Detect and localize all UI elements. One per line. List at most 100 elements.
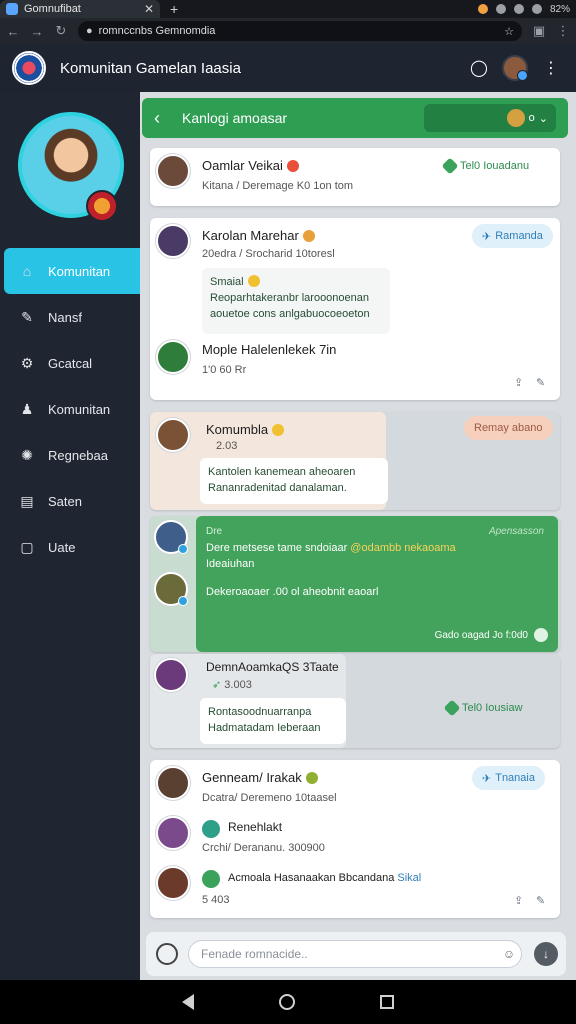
online-status-icon xyxy=(178,596,188,606)
post-author-name: DemnAoamkaQS 3Taate xyxy=(206,660,339,674)
bubble-line: Hadmatadam Ieberaan xyxy=(208,722,321,734)
sidebar: ⌂ Komunitan ✎ Nansf ⚙ Gcatcal ♟ Komunita… xyxy=(0,92,140,980)
browser-tab[interactable]: Gomnufibat ✕ xyxy=(0,0,160,18)
sidebar-item-saten[interactable]: ▤ Saten xyxy=(4,478,140,524)
post-card[interactable]: Komumbla 2.03 Remay abano Kantolen kanem… xyxy=(150,412,560,510)
new-tab-icon[interactable]: + xyxy=(170,1,178,17)
post-card[interactable]: Dre Apensasson Dere metsese tame sndoiaa… xyxy=(150,516,560,652)
tag-icon: ✈ xyxy=(482,230,492,243)
attach-icon[interactable] xyxy=(156,943,178,965)
url-field[interactable]: ● romnccnbs Gemnomdia ☆ xyxy=(78,21,522,41)
group-selector[interactable]: o ⌄ xyxy=(424,104,556,132)
more-menu-icon[interactable]: ⋮ xyxy=(538,55,564,81)
reply-meta: 5 403 xyxy=(202,894,230,906)
emoji-icon xyxy=(272,424,285,436)
post-action-link[interactable]: Tel0 Iousiaw xyxy=(443,699,523,717)
message-bubble: Kantolen kanemean aheoaren Rananradenita… xyxy=(200,458,388,504)
share-icon[interactable]: ⇪ xyxy=(514,894,523,907)
sidebar-item-gcatcal[interactable]: ⚙ Gcatcal xyxy=(4,340,140,386)
signal-icon xyxy=(531,4,542,14)
tabs-count-icon[interactable]: ▣ xyxy=(532,23,546,39)
share-icon[interactable]: ⇪ xyxy=(514,376,523,389)
back-icon[interactable]: ‹ xyxy=(154,108,172,129)
thread-label-right: Apensasson xyxy=(488,526,544,537)
url-text: romnccnbs Gemnomdia xyxy=(98,25,216,37)
thread-text-2: Ideaiuhan xyxy=(206,558,255,570)
edit-icon[interactable]: ✎ xyxy=(536,376,545,389)
post-action-link[interactable]: Tel0 Iouadanu xyxy=(441,157,529,175)
post-tag[interactable]: ✈ Tnanaia xyxy=(472,766,545,790)
avatar xyxy=(154,658,188,692)
post-card[interactable]: Oamlar Veikai Kitana / Deremage K0 1on t… xyxy=(150,148,560,206)
status-icons: 82% xyxy=(477,4,576,15)
post-author: Oamlar Veikai xyxy=(202,158,299,173)
bubble-line: Kantolen kanemean aheoaren xyxy=(208,466,356,478)
close-tab-icon[interactable]: ✕ xyxy=(144,2,154,16)
sidebar-item-label: Komunitan xyxy=(48,263,111,279)
lock-icon: ● xyxy=(86,25,93,37)
post-tag-label: Ramanda xyxy=(495,230,543,242)
reply-badge-icon xyxy=(202,820,220,838)
system-home-icon[interactable] xyxy=(278,994,295,1010)
emoji-icon xyxy=(305,772,318,784)
post-card[interactable]: Genneam/ Irakak Dcatra/ Deremeno 10taase… xyxy=(150,760,560,918)
notification-icon xyxy=(477,4,488,14)
shield-icon xyxy=(513,4,524,14)
post-action-label: Tel0 Iousiaw xyxy=(462,702,523,714)
message-bubble: Dre Apensasson Dere metsese tame sndoiaa… xyxy=(196,516,558,652)
avatar xyxy=(156,340,190,374)
sidebar-item-label: Nansf xyxy=(48,309,82,325)
bubble-line: aouetoe cons anlgabuocoeoeton xyxy=(210,308,370,320)
send-icon[interactable]: ↓ xyxy=(534,942,558,966)
sidebar-item-nansf[interactable]: ✎ Nansf xyxy=(4,294,140,340)
post-author: Komumbla xyxy=(206,422,285,437)
sidebar-item-komunitan[interactable]: ⌂ Komunitan xyxy=(4,248,140,294)
post-author-name: Komumbla xyxy=(206,422,269,437)
reply-author: Mople Halelenlekek 7in xyxy=(202,342,337,357)
post-tag[interactable]: Remay abano xyxy=(464,416,553,440)
browser-menu-icon[interactable]: ⋮ xyxy=(556,23,570,39)
back-arrow-icon[interactable]: ← xyxy=(6,24,20,39)
user-avatar-button[interactable] xyxy=(502,55,528,81)
sidebar-item-label: Gcatcal xyxy=(48,355,93,371)
wifi-icon xyxy=(495,4,506,14)
sidebar-item-regnebaa[interactable]: ✺ Regnebaa xyxy=(4,432,140,478)
sidebar-item-label: Komunitan xyxy=(48,401,111,417)
sidebar-item-komunitan-2[interactable]: ♟ Komunitan xyxy=(4,386,140,432)
bubble-line: Rontasoodnuarranpa xyxy=(208,706,312,718)
mention-link[interactable]: @odambb nekaoama xyxy=(350,542,455,554)
reload-icon[interactable]: ↻ xyxy=(54,23,68,39)
avatar xyxy=(156,418,190,452)
reaction-bar[interactable]: 1'0 60 Rr xyxy=(202,364,246,376)
bubble-title-text: Smaial xyxy=(210,276,244,288)
edit-icon[interactable]: ✎ xyxy=(536,894,545,907)
star-icon[interactable]: ☆ xyxy=(504,25,514,38)
post-meta: Kitana / Deremage K0 1on tom xyxy=(202,180,354,192)
favicon-icon xyxy=(6,3,18,15)
document-icon: ▢ xyxy=(20,538,34,555)
system-recents-icon[interactable] xyxy=(379,995,394,1009)
folder-icon: ▤ xyxy=(20,492,34,509)
sidebar-item-label: Regnebaa xyxy=(48,447,108,463)
emoji-button-icon[interactable]: ☺ xyxy=(498,943,520,965)
chat-icon[interactable]: ◯ xyxy=(466,55,492,81)
reply-icon[interactable] xyxy=(534,628,548,642)
post-card[interactable]: DemnAoamkaQS 3Taate ➶ 3.003 Rontasoodnua… xyxy=(150,654,560,748)
reply-tag[interactable]: Sikal xyxy=(397,872,421,884)
post-meta-text: 3.003 xyxy=(224,679,252,691)
post-author: Karolan Marehar xyxy=(202,228,315,243)
sidebar-item-uate[interactable]: ▢ Uate xyxy=(4,524,140,570)
post-card[interactable]: Karolan Marehar 20edra / Srocharid 10tor… xyxy=(150,218,560,400)
browser-tabbar: Gomnufibat ✕ + 82% xyxy=(0,0,576,18)
message-bubble: Rontasoodnuarranpa Hadmatadam Ieberaan xyxy=(200,698,346,744)
avatar xyxy=(156,224,190,258)
post-tag[interactable]: ✈ Ramanda xyxy=(472,224,553,248)
sidebar-item-label: Uate xyxy=(48,539,76,555)
system-back-icon[interactable] xyxy=(182,994,195,1010)
emoji-icon xyxy=(302,230,315,242)
message-input[interactable]: Fenade romnacide.. xyxy=(188,940,522,968)
forward-arrow-icon[interactable]: → xyxy=(30,24,44,39)
leaf-icon: ➶ xyxy=(212,679,222,691)
post-meta: 20edra / Srocharid 10toresl xyxy=(202,248,335,260)
post-meta: Dcatra/ Deremeno 10taasel xyxy=(202,792,337,804)
